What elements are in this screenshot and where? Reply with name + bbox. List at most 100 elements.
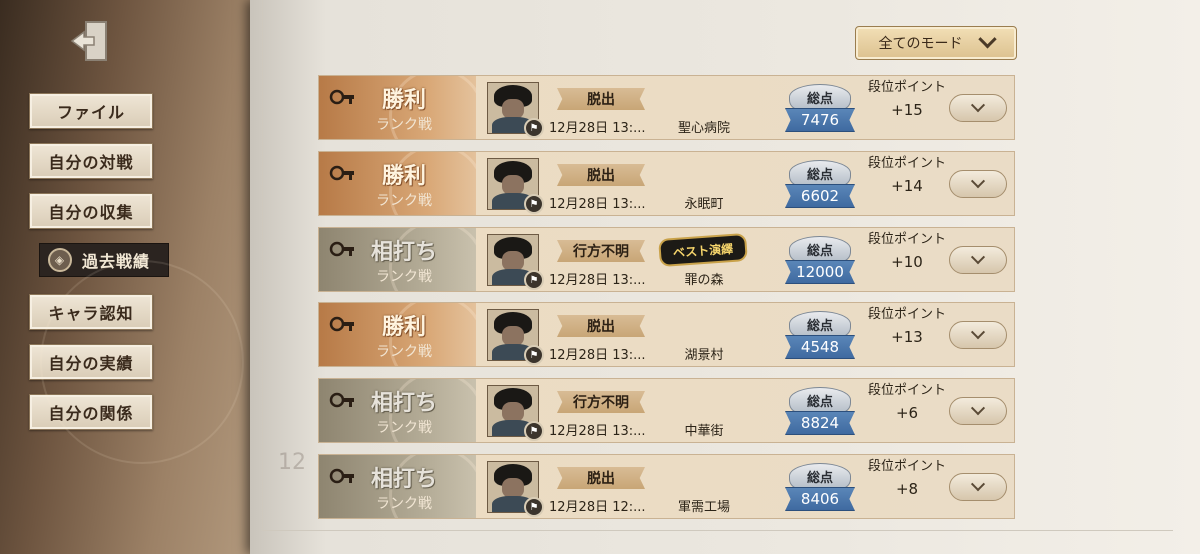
match-row[interactable]: 相打ち ランク戦 ⚑ 脱出 12月28日 12:... 軍需工場 総点 8406… — [318, 454, 1015, 519]
match-mode: ランク戦 — [376, 117, 432, 133]
total-score: 総点 6602 — [785, 160, 855, 210]
best-performance-badge: ベスト演繹 — [658, 232, 748, 268]
score-label: 総点 — [789, 311, 851, 337]
sidebar-item-my-relations[interactable]: 自分の関係 — [29, 394, 153, 430]
sidebar-item-my-achievements[interactable]: 自分の実績 — [29, 344, 153, 380]
expand-button[interactable] — [949, 170, 1007, 198]
sidebar-item-my-collection[interactable]: 自分の収集 — [29, 193, 153, 229]
flag-icon: ⚑ — [524, 345, 544, 365]
sidebar-item-label: 自分の関係 — [48, 404, 134, 423]
page-marker: 12 — [278, 450, 306, 475]
rank-points: 段位ポイント +15 — [867, 80, 947, 119]
rank-points-value: +6 — [895, 404, 919, 422]
rank-points-value: +15 — [891, 101, 923, 119]
expand-button[interactable] — [949, 473, 1007, 501]
match-mode: ランク戦 — [376, 193, 432, 209]
total-score: 総点 8406 — [785, 463, 855, 513]
rank-points: 段位ポイント +6 — [867, 383, 947, 422]
rank-points: 段位ポイント +13 — [867, 307, 947, 346]
exit-icon[interactable] — [66, 18, 112, 64]
rank-points: 段位ポイント +8 — [867, 459, 947, 498]
sidebar-item-character-recognition[interactable]: キャラ認知 — [29, 294, 153, 330]
sidebar-item-file[interactable]: ファイル — [29, 93, 153, 129]
score-value: 6602 — [785, 184, 855, 208]
map-name: 永眠町 — [684, 197, 724, 212]
match-date: 12月28日 13:... — [549, 273, 646, 288]
match-row[interactable]: 勝利 ランク戦 ⚑ 脱出 12月28日 13:... 永眠町 総点 6602 段… — [318, 151, 1015, 216]
mode-filter-label: 全てのモード — [878, 36, 963, 52]
match-date: 12月28日 13:... — [549, 348, 646, 363]
score-label: 総点 — [789, 84, 851, 110]
rank-points-value: +10 — [891, 253, 923, 271]
total-score: 総点 8824 — [785, 387, 855, 437]
map-name: 軍需工場 — [677, 500, 730, 515]
total-score: 総点 12000 — [785, 236, 855, 286]
match-date: 12月28日 13:... — [549, 424, 646, 439]
chevron-down-icon — [970, 174, 986, 189]
score-value: 7476 — [785, 108, 855, 132]
result-banner: 勝利 ランク戦 — [319, 76, 476, 139]
score-label: 総点 — [789, 236, 851, 262]
score-value: 12000 — [785, 260, 855, 284]
match-row[interactable]: 相打ち ランク戦 ⚑ 行方不明 12月28日 13:... 中華街 総点 882… — [318, 378, 1015, 443]
result-banner: 勝利 ランク戦 — [319, 303, 476, 366]
result-title: 相打ち — [370, 391, 437, 416]
result-title: 勝利 — [381, 164, 426, 189]
rank-points-value: +13 — [891, 328, 923, 346]
match-mode: ランク戦 — [376, 496, 432, 512]
match-row[interactable]: 相打ち ランク戦 ⚑ 行方不明 ベスト演繹 12月28日 13:... 罪の森 … — [318, 227, 1015, 292]
rank-points-label: 段位ポイント — [867, 307, 946, 322]
sidebar: ファイル 自分の対戦 自分の収集 ◈ 過去戦績 キャラ認知 自分の実績 自分の関… — [0, 0, 255, 554]
outcome-tag: 行方不明 — [557, 391, 645, 413]
chevron-down-icon — [970, 325, 986, 340]
match-mode: ランク戦 — [376, 420, 432, 436]
rank-points: 段位ポイント +14 — [867, 156, 947, 195]
chevron-down-icon — [970, 250, 986, 265]
map-name: 聖心病院 — [677, 121, 730, 136]
result-banner: 相打ち ランク戦 — [319, 455, 476, 518]
chevron-down-icon — [977, 29, 997, 48]
match-row[interactable]: 勝利 ランク戦 ⚑ 脱出 12月28日 13:... 聖心病院 総点 7476 … — [318, 75, 1015, 140]
expand-button[interactable] — [949, 246, 1007, 274]
rank-points-value: +8 — [895, 480, 919, 498]
expand-button[interactable] — [949, 397, 1007, 425]
sidebar-item-match-history[interactable]: ◈ 過去戦績 — [39, 243, 169, 277]
flag-icon: ⚑ — [524, 118, 544, 138]
result-banner: 相打ち ランク戦 — [319, 228, 476, 291]
crest-icon: ◈ — [48, 248, 72, 272]
result-title: 勝利 — [381, 315, 426, 340]
mode-filter-dropdown[interactable]: 全てのモード — [855, 26, 1017, 60]
sidebar-item-label: キャラ認知 — [48, 304, 134, 323]
flag-icon: ⚑ — [524, 270, 544, 290]
score-value: 4548 — [785, 335, 855, 359]
sidebar-item-label: 自分の収集 — [48, 203, 134, 222]
result-title: 勝利 — [381, 88, 426, 113]
map-name: 湖景村 — [684, 348, 724, 363]
sidebar-item-label: 自分の実績 — [48, 354, 134, 373]
score-label: 総点 — [789, 160, 851, 186]
outcome-tag: 脱出 — [557, 467, 645, 489]
rank-points: 段位ポイント +10 — [867, 232, 947, 271]
score-label: 総点 — [789, 387, 851, 413]
total-score: 総点 7476 — [785, 84, 855, 134]
result-title: 相打ち — [370, 467, 437, 492]
score-label: 総点 — [789, 463, 851, 489]
rank-points-label: 段位ポイント — [867, 459, 946, 474]
rank-points-value: +14 — [891, 177, 923, 195]
flag-icon: ⚑ — [524, 497, 544, 517]
outcome-tag: 脱出 — [557, 164, 645, 186]
outcome-tag: 脱出 — [557, 315, 645, 337]
match-mode: ランク戦 — [376, 344, 432, 360]
map-name: 中華街 — [684, 424, 724, 439]
sidebar-item-label: ファイル — [56, 103, 125, 122]
score-value: 8406 — [785, 487, 855, 511]
map-name: 罪の森 — [684, 273, 724, 288]
score-value: 8824 — [785, 411, 855, 435]
expand-button[interactable] — [949, 94, 1007, 122]
sidebar-item-my-matches[interactable]: 自分の対戦 — [29, 143, 153, 179]
expand-button[interactable] — [949, 321, 1007, 349]
rank-points-label: 段位ポイント — [867, 383, 946, 398]
match-row[interactable]: 勝利 ランク戦 ⚑ 脱出 12月28日 13:... 湖景村 総点 4548 段… — [318, 302, 1015, 367]
outcome-tag: 行方不明 — [557, 240, 645, 262]
match-date: 12月28日 13:... — [549, 121, 646, 136]
